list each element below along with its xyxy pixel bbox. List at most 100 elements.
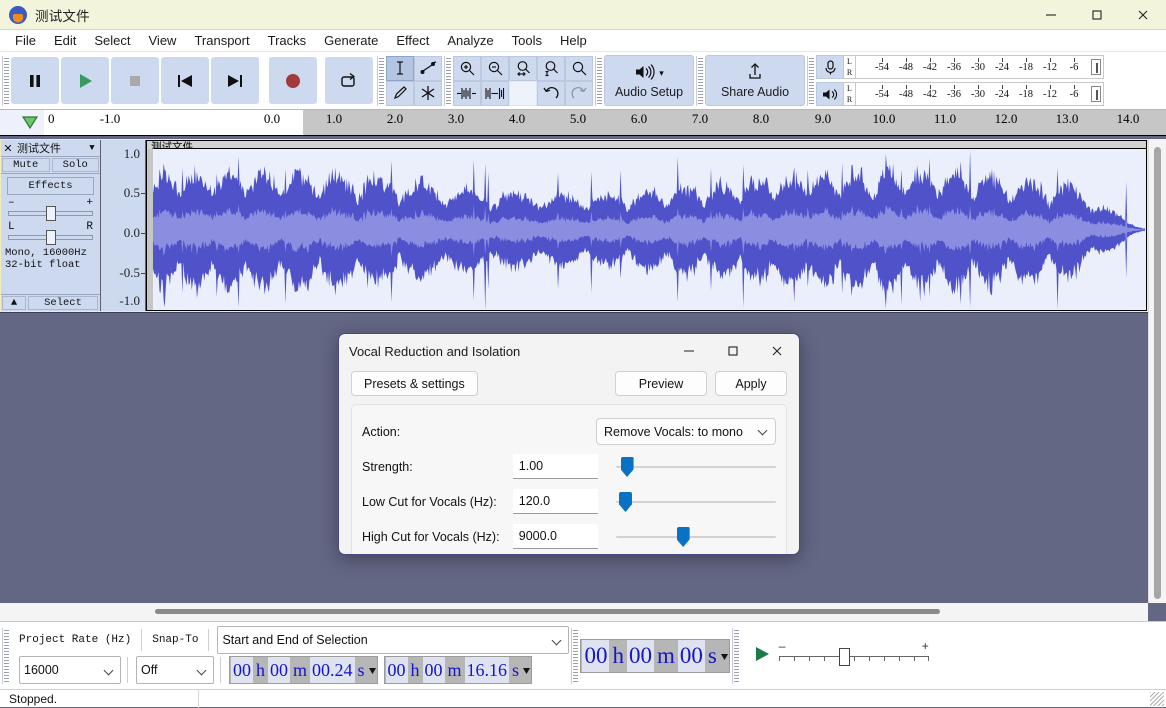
selection-toolbar-grip[interactable] — [2, 627, 9, 684]
play-meter[interactable]: LR -54 -48 -42 -36 -30 -24 -18 -12 -6 0 — [816, 82, 1104, 106]
track-close-button[interactable]: ✕ — [1, 142, 15, 155]
preview-button[interactable]: Preview — [615, 371, 707, 396]
low-cut-input[interactable] — [512, 489, 598, 514]
clip-title-bar[interactable]: 测试文件 — [147, 141, 1146, 154]
project-rate-select[interactable]: 16000 — [19, 655, 121, 684]
audio-position-caret-icon[interactable] — [720, 652, 729, 660]
loop-button[interactable] — [325, 57, 373, 104]
window-close-button[interactable] — [1120, 0, 1166, 30]
fit-selection-button[interactable] — [509, 55, 537, 81]
strength-input[interactable] — [512, 454, 598, 479]
audio-setup-toolbar-grip[interactable] — [595, 55, 602, 106]
presets-and-settings-button[interactable]: Presets & settings — [351, 371, 478, 396]
snap-to-select[interactable]: Off — [136, 655, 214, 684]
timeline-ruler[interactable]: 0 -1.0 0.0 1.0 2.0 3.0 4.0 5.0 6.0 7.0 8… — [44, 110, 1166, 135]
speaker-icon[interactable] — [816, 82, 844, 106]
menu-transport[interactable]: Transport — [185, 31, 258, 50]
start-time-caret-icon[interactable] — [368, 666, 377, 674]
track-mute-button[interactable]: Mute — [2, 158, 50, 172]
gain-slider-thumb[interactable] — [45, 206, 56, 221]
strength-slider[interactable] — [615, 454, 776, 479]
waveform-clip[interactable]: 测试文件 — [146, 140, 1147, 311]
skip-to-start-button[interactable] — [161, 57, 209, 104]
silence-audio-button[interactable] — [481, 80, 509, 106]
low-cut-slider-knob[interactable] — [618, 492, 632, 512]
horizontal-scrollbar[interactable] — [0, 603, 1148, 621]
redo-button[interactable] — [565, 80, 593, 106]
transport-toolbar-grip[interactable] — [2, 55, 9, 106]
action-select[interactable]: Remove Vocals: to mono — [596, 418, 776, 445]
time-toolbar-grip[interactable] — [571, 627, 579, 684]
selection-end-time[interactable]: 00 h 00 m 16.16 s — [383, 655, 533, 684]
high-cut-slider-knob[interactable] — [676, 527, 690, 547]
undo-button[interactable] — [537, 80, 565, 106]
selection-tool[interactable] — [386, 55, 414, 81]
menu-tracks[interactable]: Tracks — [259, 31, 316, 50]
audio-position-time[interactable]: 00 h 00 m 00 s — [580, 638, 730, 673]
play-speed-slider-thumb[interactable] — [838, 647, 850, 666]
zoom-in-button[interactable] — [453, 55, 481, 81]
waveform-canvas[interactable] — [147, 148, 1146, 310]
low-cut-slider[interactable] — [615, 489, 776, 514]
menu-generate[interactable]: Generate — [315, 31, 387, 50]
menu-tools[interactable]: Tools — [503, 31, 551, 50]
record-button[interactable] — [269, 57, 317, 104]
skip-to-end-button[interactable] — [211, 57, 259, 104]
meter-toolbar-grip[interactable] — [807, 55, 814, 106]
share-audio-toolbar-grip[interactable] — [696, 55, 703, 106]
microphone-icon[interactable] — [816, 55, 844, 79]
vertical-scrollbar[interactable] — [1148, 139, 1166, 603]
envelope-tool[interactable] — [414, 55, 442, 81]
menu-effect[interactable]: Effect — [387, 31, 438, 50]
track-gain-slider[interactable]: – + — [8, 197, 93, 221]
menu-view[interactable]: View — [140, 31, 186, 50]
draw-tool[interactable] — [386, 80, 414, 106]
dialog-maximize-button[interactable] — [711, 334, 755, 368]
audio-setup-button[interactable]: ▾ Audio Setup — [604, 55, 694, 106]
strength-slider-knob[interactable] — [620, 457, 634, 477]
trim-audio-button[interactable] — [453, 80, 481, 106]
track-effects-button[interactable]: Effects — [7, 177, 94, 195]
share-audio-button[interactable]: Share Audio — [705, 55, 805, 106]
track-solo-button[interactable]: Solo — [51, 158, 99, 172]
apply-button[interactable]: Apply — [715, 371, 787, 396]
window-minimize-button[interactable] — [1028, 0, 1074, 30]
dialog-minimize-button[interactable] — [667, 334, 711, 368]
track-collapse-button[interactable]: ▲ — [2, 296, 26, 310]
record-meter[interactable]: LR -54 -48 -42 -36 -30 -24 -18 -12 -6 0 — [816, 55, 1104, 79]
track-select-button[interactable]: Select — [28, 296, 98, 310]
play-at-speed-toolbar-grip[interactable] — [731, 627, 739, 684]
menu-edit[interactable]: Edit — [45, 31, 85, 50]
horizontal-scrollbar-thumb[interactable] — [155, 609, 940, 614]
end-time-caret-icon[interactable] — [522, 666, 531, 674]
dialog-close-button[interactable] — [755, 334, 799, 368]
audio-track[interactable]: ✕ 测试文件 ▼ Mute Solo Effects – + L R Mono,… — [0, 139, 1148, 313]
menu-select[interactable]: Select — [85, 31, 139, 50]
menu-help[interactable]: Help — [551, 31, 596, 50]
play-speed-slider[interactable]: – + — [778, 639, 929, 669]
tools-toolbar-grip[interactable] — [377, 55, 384, 106]
play-button[interactable] — [61, 57, 109, 104]
zoom-out-button[interactable] — [481, 55, 509, 81]
track-vertical-ruler[interactable]: 1.0 0.5 0.0 -0.5 -1.0 — [101, 140, 146, 311]
high-cut-slider[interactable] — [615, 524, 776, 549]
pinned-play-head-button[interactable] — [0, 110, 44, 135]
stop-button[interactable] — [111, 57, 159, 104]
menu-file[interactable]: File — [6, 31, 45, 50]
play-at-speed-button[interactable] — [751, 643, 773, 668]
resize-grip-icon[interactable] — [1150, 691, 1164, 706]
selection-start-time[interactable]: 00 h 00 m 00.24 s — [229, 655, 378, 684]
vocal-reduction-dialog[interactable]: Vocal Reduction and Isolation Presets & … — [338, 333, 800, 555]
track-menu-caret-icon[interactable]: ▼ — [84, 143, 100, 153]
track-control-panel[interactable]: ✕ 测试文件 ▼ Mute Solo Effects – + L R Mono,… — [1, 140, 101, 311]
pan-slider-thumb[interactable] — [45, 230, 56, 245]
track-pan-slider[interactable]: L R — [8, 221, 93, 245]
window-maximize-button[interactable] — [1074, 0, 1120, 30]
multi-tool[interactable] — [414, 80, 442, 106]
pause-button[interactable] — [11, 57, 59, 104]
high-cut-input[interactable] — [512, 524, 598, 549]
fit-project-button[interactable] — [537, 55, 565, 81]
edit-toolbar-grip[interactable] — [444, 55, 451, 106]
vertical-scrollbar-thumb[interactable] — [1154, 147, 1161, 599]
menu-analyze[interactable]: Analyze — [438, 31, 502, 50]
